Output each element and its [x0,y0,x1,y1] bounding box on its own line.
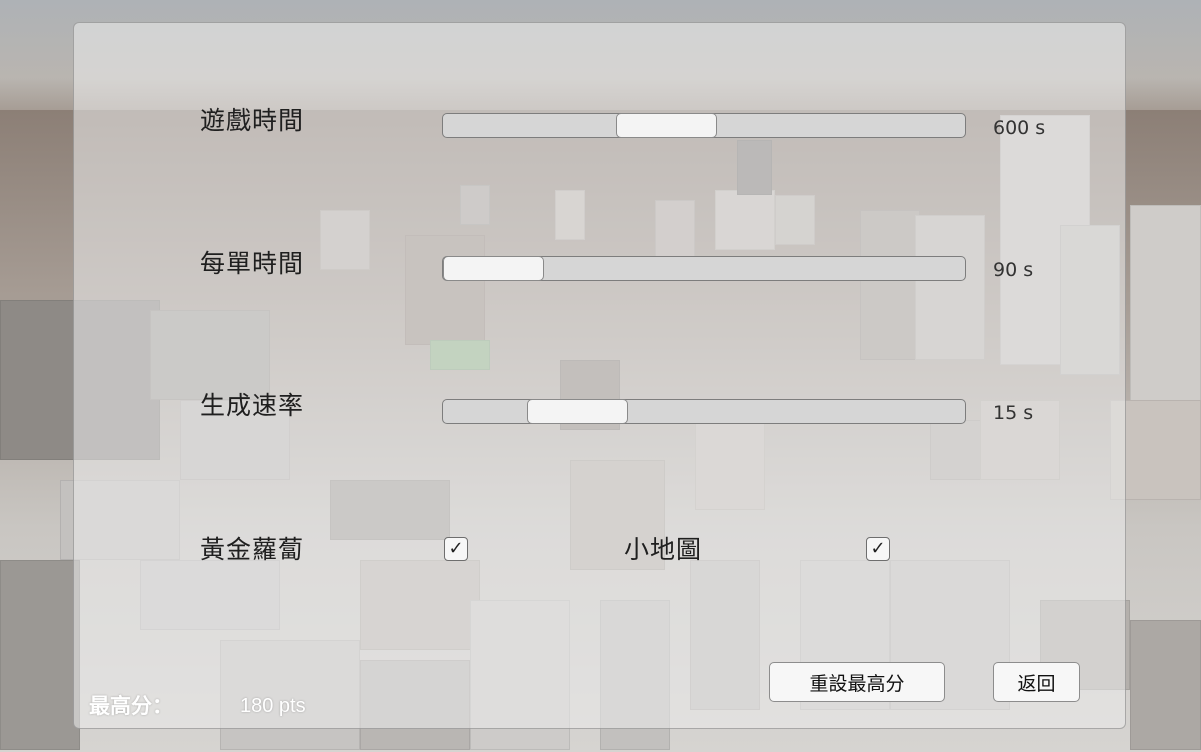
order-time-slider[interactable] [442,256,966,281]
high-score-label: 最高分： [89,694,173,718]
spawn-rate-slider-thumb[interactable] [527,399,629,424]
golden-radish-checkbox[interactable]: ✓ [444,537,468,561]
order-time-label: 每單時間 [200,249,305,278]
game-time-slider-thumb[interactable] [615,113,717,138]
high-score-value: 180 pts [240,695,306,717]
order-time-slider-thumb[interactable] [443,256,544,281]
game-time-slider[interactable] [442,113,966,138]
checkmark-icon: ✓ [448,538,464,559]
building-block [1130,205,1201,405]
game-time-value: 600 s [993,117,1046,139]
building-block [1130,620,1201,750]
minimap-label: 小地圖 [624,535,703,564]
spawn-rate-label: 生成速率 [200,391,305,420]
order-time-value: 90 s [993,259,1034,281]
checkmark-icon: ✓ [870,538,886,559]
golden-radish-label: 黃金蘿蔔 [200,535,305,564]
game-time-label: 遊戲時間 [200,106,305,135]
spawn-rate-slider[interactable] [442,399,966,424]
reset-high-score-button[interactable]: 重設最高分 [769,662,945,702]
minimap-checkbox[interactable]: ✓ [866,537,890,561]
building-block [0,560,80,750]
back-button[interactable]: 返回 [993,662,1080,702]
spawn-rate-value: 15 s [993,402,1034,424]
